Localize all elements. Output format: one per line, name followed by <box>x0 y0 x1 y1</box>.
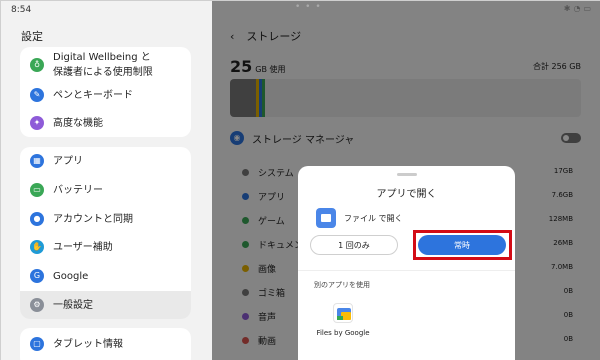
always-button[interactable]: 常時 <box>418 235 506 255</box>
clock: 8:54 <box>11 5 32 15</box>
status-bar: 8:54 • • • ✱ ◔ ▭ <box>1 1 600 19</box>
sidebar-item-advanced[interactable]: ✦ 高度な機能 <box>20 113 191 133</box>
settings-title: 設定 <box>21 30 43 43</box>
item-label-line2: 保護者による使用制限 <box>53 67 153 78</box>
sidebar-item-general-settings[interactable]: ⚙ 一般設定 <box>20 291 191 319</box>
screen: 8:54 • • • ✱ ◔ ▭ 設定 ♁ Digital Wellbeing … <box>0 0 600 360</box>
sidebar-item-accessibility[interactable]: ✋ ユーザー補助 <box>20 237 191 257</box>
default-app-row: ファイル で開く <box>316 208 403 228</box>
item-label: アプリ <box>53 155 83 167</box>
item-label: タブレット情報 <box>53 338 123 350</box>
apps-icon: ▦ <box>30 154 44 168</box>
settings-card-2: ▦ アプリ ▭ バッテリー ● アカウントと同期 ✋ ユーザー補助 G Goog… <box>20 147 191 319</box>
just-once-button[interactable]: 1 回のみ <box>310 235 398 255</box>
item-label: アカウントと同期 <box>53 213 133 225</box>
pen-icon: ✎ <box>30 88 44 102</box>
other-apps-label: 別のアプリを使用 <box>314 281 370 289</box>
sidebar-item-battery[interactable]: ▭ バッテリー <box>20 180 191 200</box>
settings-card-1: ♁ Digital Wellbeing と 保護者による使用制限 ✎ ペンとキー… <box>20 47 191 137</box>
gear-icon: ⚙ <box>30 298 44 312</box>
item-label: Google <box>53 270 89 282</box>
sidebar-item-pen-keyboard[interactable]: ✎ ペンとキーボード <box>20 85 191 105</box>
battery-icon: ▭ <box>583 4 591 13</box>
item-label: ペンとキーボード <box>53 89 133 101</box>
item-label: ユーザー補助 <box>53 241 113 253</box>
default-app-label: ファイル で開く <box>344 213 403 223</box>
tablet-info-icon: ▢ <box>30 337 44 351</box>
sidebar-item-apps[interactable]: ▦ アプリ <box>20 151 191 171</box>
settings-card-3: ▢ タブレット情報 <box>20 328 191 360</box>
divider <box>298 270 515 271</box>
account-icon: ● <box>30 212 44 226</box>
wellbeing-icon: ♁ <box>30 58 44 72</box>
advanced-icon: ✦ <box>30 116 44 130</box>
wifi-icon: ◔ <box>573 4 581 13</box>
sidebar-item-tablet-info[interactable]: ▢ タブレット情報 <box>20 334 191 354</box>
dialog-title: アプリで開く <box>376 189 437 200</box>
sidebar-item-accounts-sync[interactable]: ● アカウントと同期 <box>20 209 191 229</box>
item-label: 一般設定 <box>53 299 93 311</box>
files-by-google-label: Files by Google <box>316 329 370 337</box>
item-label: バッテリー <box>53 184 103 196</box>
sidebar-item-google[interactable]: G Google <box>20 266 191 286</box>
files-by-google-option[interactable]: Files by Google <box>308 303 378 337</box>
files-by-google-icon <box>333 303 353 323</box>
bluetooth-icon: ✱ <box>563 4 571 13</box>
google-icon: G <box>30 269 44 283</box>
sheet-handle[interactable] <box>397 173 417 176</box>
folder-icon <box>316 208 336 228</box>
status-icons: ✱ ◔ ▭ <box>564 4 591 13</box>
accessibility-icon: ✋ <box>30 240 44 254</box>
item-label: 高度な機能 <box>53 117 103 129</box>
open-with-dialog: アプリで開く ファイル で開く 1 回のみ 常時 別のアプリを使用 Files … <box>298 166 515 360</box>
item-label-line1: Digital Wellbeing と <box>53 52 151 63</box>
settings-pane: 設定 ♁ Digital Wellbeing と 保護者による使用制限 ✎ ペン… <box>1 1 212 360</box>
window-handle-dots[interactable]: • • • <box>295 2 322 12</box>
sidebar-item-digital-wellbeing[interactable]: ♁ Digital Wellbeing と 保護者による使用制限 <box>20 49 191 81</box>
battery-icon: ▭ <box>30 183 44 197</box>
